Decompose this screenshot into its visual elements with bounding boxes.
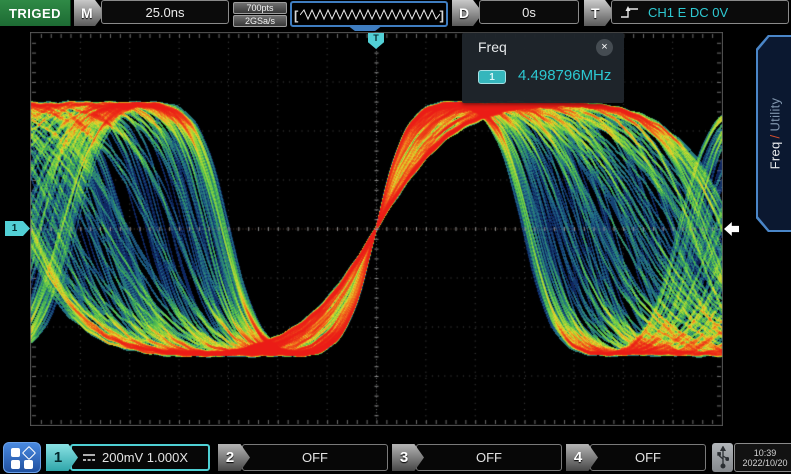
freq-value: 4.498796MHz <box>518 67 611 84</box>
waveform-preview[interactable]: [ ] <box>290 1 448 27</box>
app-icon-diamond <box>22 446 36 460</box>
menu-apps-button[interactable] <box>3 442 41 473</box>
trigger-settings-box[interactable]: CH1 E DC 0V <box>611 0 789 24</box>
timebase-value[interactable]: 25.0ns <box>101 0 229 24</box>
channel4-settings-box[interactable]: OFF <box>590 444 706 471</box>
channel2-state-label: OFF <box>302 450 328 465</box>
freq-panel-title: Freq <box>478 39 507 55</box>
preview-position-tab <box>347 25 383 31</box>
channel3-settings-box[interactable]: OFF <box>416 444 562 471</box>
sample-rate-label: 2GSa/s <box>233 15 287 27</box>
app-icon-square <box>24 460 33 469</box>
date-label: 2022/10/20 <box>742 458 787 468</box>
freq-channel-badge: 1 <box>478 70 506 84</box>
sidebar-tab-label-secondary: Utility <box>767 98 782 132</box>
time-label: 10:39 <box>754 448 777 458</box>
preview-window-right-bracket: ] <box>440 9 444 22</box>
close-icon[interactable]: × <box>596 39 613 56</box>
delay-value[interactable]: 0s <box>479 0 579 24</box>
channel3-state-label: OFF <box>476 450 502 465</box>
dc-coupling-icon <box>82 452 97 463</box>
preview-zigzag-waveform <box>300 6 440 24</box>
channel1-scale-label: 200mV 1.000X <box>102 450 188 465</box>
trigger-status-badge: TRIGED <box>0 0 71 26</box>
memory-depth-label: 700pts <box>233 2 287 14</box>
app-icon-square <box>11 460 20 469</box>
preview-window-left-bracket: [ <box>294 9 298 22</box>
channel1-settings-box[interactable]: 200mV 1.000X <box>70 444 210 471</box>
channel2-settings-box[interactable]: OFF <box>242 444 388 471</box>
clock-display: 10:39 2022/10/20 <box>734 443 791 472</box>
usb-status-icon <box>712 443 733 472</box>
oscilloscope-screen: { "header": { "trigger_status": "TRIGED"… <box>0 0 791 474</box>
sidebar-tab-label-primary: Freq <box>767 141 782 169</box>
app-icon-square <box>11 448 20 457</box>
freq-measurement-panel: Freq × 1 4.498796MHz <box>462 33 624 103</box>
trigger-source-label: CH1 E DC 0V <box>648 5 728 20</box>
sidebar-tab-freq-utility[interactable]: Freq/Utility <box>756 35 791 232</box>
trigger-level-arrow-icon[interactable] <box>724 222 739 236</box>
sidebar-tab-separator: / <box>767 132 782 142</box>
channel4-state-label: OFF <box>635 450 661 465</box>
rising-edge-icon <box>620 5 640 20</box>
channel1-level-marker[interactable]: 1 <box>5 221 30 236</box>
